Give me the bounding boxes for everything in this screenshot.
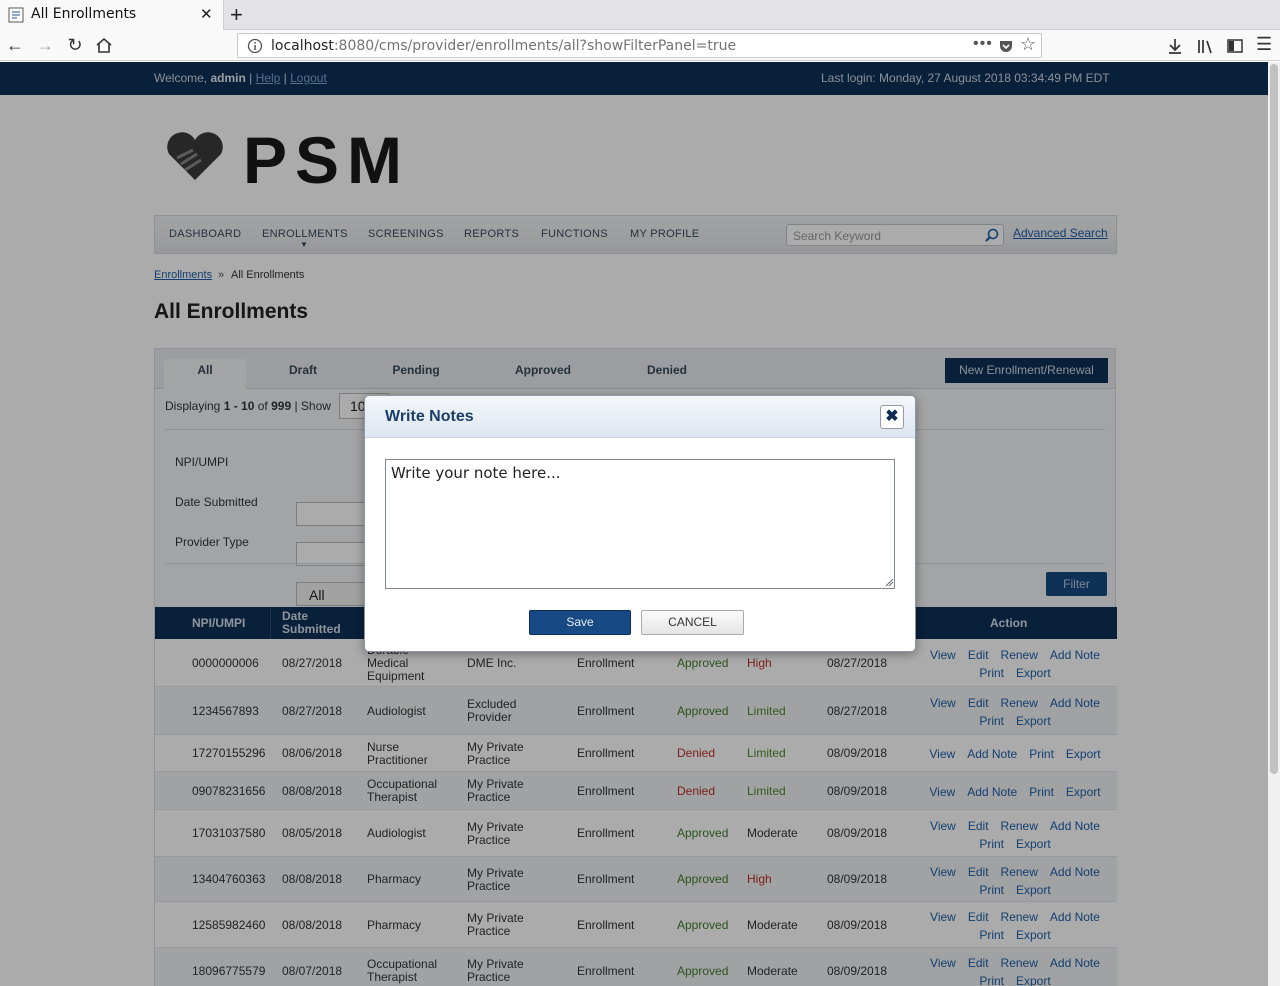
- more-icon[interactable]: •••: [973, 35, 993, 53]
- dialog-header: Write Notes ✖: [365, 396, 915, 438]
- browser-tabbar: All Enrollments ✕ +: [0, 0, 1280, 30]
- browser-tab[interactable]: All Enrollments ✕: [0, 0, 224, 30]
- tab-close-icon[interactable]: ✕: [200, 5, 213, 23]
- reload-icon[interactable]: ↻: [63, 33, 87, 57]
- info-icon[interactable]: [247, 38, 263, 54]
- dialog-title: Write Notes: [385, 408, 474, 425]
- save-button[interactable]: Save: [529, 610, 631, 635]
- star-icon[interactable]: ☆: [1020, 34, 1036, 55]
- close-icon[interactable]: ✖: [880, 405, 904, 429]
- back-arrow-icon[interactable]: ←: [3, 33, 27, 57]
- sidebar-icon[interactable]: [1226, 37, 1244, 55]
- pocket-icon[interactable]: [998, 38, 1014, 54]
- url-host: localhost: [271, 38, 334, 54]
- tab-title: All Enrollments: [31, 6, 137, 22]
- browser-window: All Enrollments ✕ + ← → ↻ localhost:8080…: [0, 0, 1280, 986]
- page-icon: [8, 7, 24, 23]
- note-textarea[interactable]: Write your note here...: [385, 459, 895, 589]
- address-bar[interactable]: localhost:8080/cms/provider/enrollments/…: [237, 33, 1042, 58]
- forward-arrow-icon[interactable]: →: [33, 33, 57, 57]
- download-icon[interactable]: [1166, 37, 1184, 55]
- resize-grip-icon[interactable]: [884, 577, 894, 587]
- url-path: :8080/cms/provider/enrollments/all?showF…: [333, 38, 737, 54]
- write-notes-dialog: Write Notes ✖ Write your note here... Sa…: [364, 395, 916, 652]
- scrollbar-thumb[interactable]: [1270, 64, 1278, 774]
- home-icon[interactable]: [95, 37, 113, 53]
- new-tab-icon[interactable]: +: [230, 2, 243, 28]
- cancel-button[interactable]: CANCEL: [641, 610, 744, 635]
- library-icon[interactable]: [1196, 37, 1214, 55]
- hamburger-icon[interactable]: ☰: [1256, 34, 1272, 55]
- url-text[interactable]: localhost:8080/cms/provider/enrollments/…: [271, 38, 736, 54]
